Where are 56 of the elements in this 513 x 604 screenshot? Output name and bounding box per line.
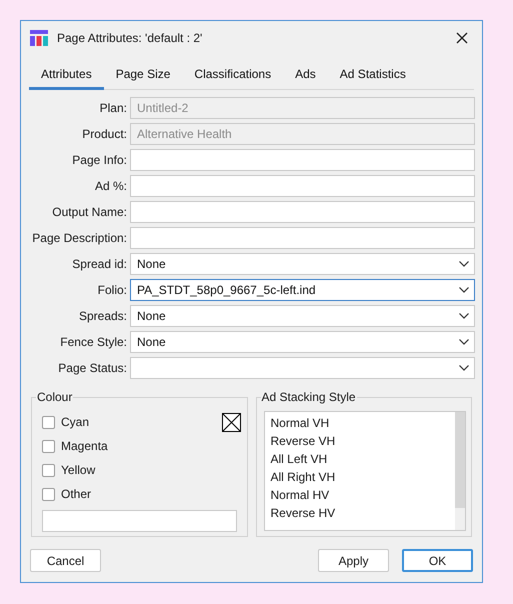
field-label: Spreads:: [78, 308, 127, 325]
field-label: Folio:: [96, 282, 127, 299]
list-item[interactable]: Normal VH: [270, 414, 454, 432]
style-list[interactable]: Normal VH Reverse VH All Left VH All Right VH Normal HV Reverse HV: [264, 411, 466, 531]
other-colour-field[interactable]: [42, 510, 237, 532]
dropdown[interactable]: None: [130, 253, 475, 275]
tab[interactable]: Classifications: [182, 60, 284, 90]
chevron-down-icon: [459, 365, 469, 371]
chevron-down-icon: [459, 339, 469, 345]
dropdown[interactable]: None: [130, 331, 475, 353]
dialog-button[interactable]: OK: [402, 549, 473, 572]
list-item[interactable]: All Right VH: [270, 468, 454, 486]
field-label: Output Name:: [51, 204, 127, 221]
checkbox-label: Cyan: [61, 414, 90, 431]
group-title: Ad Stacking Style: [260, 389, 357, 405]
checkbox[interactable]: [42, 440, 55, 452]
input-field[interactable]: [130, 175, 475, 197]
checkbox-label: Magenta: [61, 438, 108, 455]
checkbox[interactable]: [42, 416, 55, 428]
tab[interactable]: Page Size: [104, 60, 182, 90]
dropdown[interactable]: PA_STDT_58p0_9667_5c-left.ind: [130, 279, 475, 301]
checkbox[interactable]: [42, 464, 55, 476]
chevron-down-icon: [459, 287, 469, 293]
list-item[interactable]: All Left VH: [270, 450, 454, 468]
dropdown[interactable]: None: [130, 305, 475, 327]
input-field[interactable]: [130, 201, 475, 223]
scrollbar-thumb[interactable]: [454, 412, 464, 508]
tab[interactable]: Attributes: [29, 60, 104, 90]
field-label: Plan:: [98, 100, 127, 117]
list-item[interactable]: Reverse VH: [270, 432, 454, 450]
field-label: Ad %:: [94, 178, 127, 195]
field-label: Spread id:: [71, 256, 127, 273]
checkbox[interactable]: [42, 488, 55, 500]
list-item[interactable]: Normal HV: [270, 486, 454, 504]
dialog-button[interactable]: Apply: [318, 549, 389, 572]
field-label: Page Description:: [31, 230, 127, 247]
tab[interactable]: Ads: [283, 60, 328, 90]
app-logo-icon: [30, 30, 48, 46]
close-icon[interactable]: [456, 32, 468, 44]
dialog-button[interactable]: Cancel: [30, 549, 101, 572]
chevron-down-icon: [459, 261, 469, 267]
checkbox-label: Other: [61, 486, 92, 503]
checkbox-label: Yellow: [61, 462, 96, 479]
field-label: Page Status:: [57, 360, 127, 377]
tab[interactable]: Ad Statistics: [328, 60, 418, 90]
input-field[interactable]: [130, 149, 475, 171]
field-label: Page Info:: [71, 152, 127, 169]
list-item[interactable]: Reverse HV: [270, 504, 454, 522]
scrollbar[interactable]: [454, 412, 464, 530]
dropdown[interactable]: [130, 357, 475, 379]
input-field[interactable]: [130, 227, 475, 249]
cross-box-icon: [222, 413, 241, 432]
window-title: Page Attributes: 'default : 2': [57, 30, 202, 47]
field-label: Product:: [81, 126, 127, 143]
field-label: Fence Style:: [59, 334, 127, 351]
chevron-down-icon: [459, 313, 469, 319]
